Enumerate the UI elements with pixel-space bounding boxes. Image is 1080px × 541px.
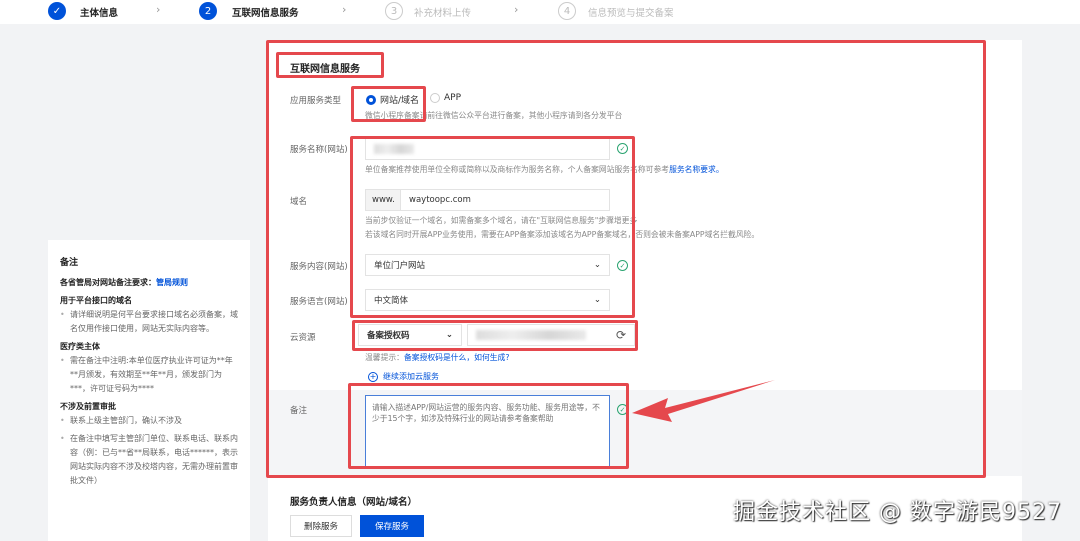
step-3-icon: 3: [385, 2, 403, 20]
step-1-label[interactable]: 主体信息: [80, 5, 118, 19]
note-item: 需在备注中注明:本单位医疗执业许可证为**年**月颁发，有效期至**年**月，颁…: [60, 354, 238, 396]
note-item: 联系上级主管部门，确认不涉及: [60, 414, 238, 428]
next-section-title: 服务负责人信息（网站/域名）: [290, 497, 417, 508]
rule-link[interactable]: 管局规则: [156, 278, 188, 287]
arrow-annotation-icon: [632, 380, 775, 422]
chevron-right-icon: ›: [156, 3, 161, 16]
note-item: 在备注中填写主管部门单位、联系电话、联系内容（例：已与**省**局联系，电话**…: [60, 432, 238, 488]
note-rule: 各省管局对网站备注要求：管局规则: [60, 278, 188, 287]
note-group-title: 用于平台接口的域名: [60, 296, 132, 305]
steps-bar: ✓ 主体信息 › 2 互联网信息服务 › 3 补充材料上传 › 4 信息预览与提…: [0, 0, 1080, 24]
step-4-label: 信息预览与提交备案: [588, 8, 674, 19]
step-3-label: 补充材料上传: [414, 8, 472, 19]
annotation-box: [276, 52, 384, 78]
note-panel: 备注 各省管局对网站备注要求：管局规则 用于平台接口的域名 请详细说明是何平台要…: [48, 240, 250, 541]
chevron-right-icon: ›: [514, 3, 519, 16]
annotation-box: [348, 383, 629, 469]
delete-service-button[interactable]: 删除服务: [290, 515, 352, 537]
step-2-icon: 2: [199, 2, 217, 20]
annotation-box: [352, 320, 638, 351]
annotation-box: [351, 86, 426, 122]
step-2-label[interactable]: 互联网信息服务: [232, 5, 299, 19]
note-group-title: 不涉及前置审批: [60, 402, 116, 411]
note-group-title: 医疗类主体: [60, 342, 100, 351]
watermark: 掘金技术社区 @ 数字游民9527: [733, 500, 1062, 525]
note-item: 请详细说明是何平台要求接口域名必须备案，域名仅用作接口使用，网站无实际内容等。: [60, 308, 238, 336]
note-title: 备注: [60, 258, 79, 268]
annotation-box: [350, 136, 635, 318]
step-done-icon: ✓: [48, 2, 66, 20]
chevron-right-icon: ›: [342, 3, 347, 16]
step-4-icon: 4: [558, 2, 576, 20]
save-service-button[interactable]: 保存服务: [360, 515, 424, 537]
